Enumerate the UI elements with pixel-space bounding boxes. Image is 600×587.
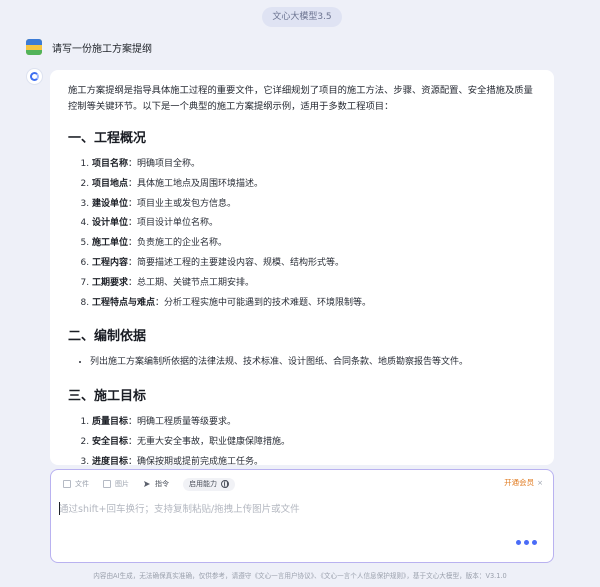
section-title-overview: 一、工程概况 [68,131,147,146]
close-icon[interactable]: × [537,479,543,487]
section-title-basis: 二、编制依据 [68,329,147,345]
user-avatar [26,39,42,55]
chat-composer: 文件 图片 指令 启用能力 开通会员 × [50,469,554,563]
user-message: 请写一份施工方案提纲 [26,38,152,56]
assistant-avatar-icon [26,68,43,85]
list-item: 项目地点：具体施工地点及周围环境描述。 [92,175,536,195]
goals-list: 质量目标：明确工程质量等级要求。 安全目标：无重大安全事故，职业健康保障措施。 … [68,413,536,465]
image-upload-button[interactable]: 图片 [103,479,129,489]
command-button[interactable]: 指令 [143,479,169,489]
assistant-answer: 施工方案提纲是指导具体施工过程的重要文件，它详细规划了项目的施工方法、步骤、资源… [50,70,554,465]
image-icon [103,480,111,488]
list-item: 建设单位：项目业主或发包方信息。 [92,195,536,215]
file-upload-button[interactable]: 文件 [63,479,89,489]
list-item: 项目名称：明确项目全称。 [92,155,536,175]
basis-list: 列出施工方案编制所依据的法律法规、技术标准、设计图纸、合同条款、地质勘察报告等文… [68,353,536,373]
command-icon [143,480,151,488]
overview-list: 项目名称：明确项目全称。 项目地点：具体施工地点及周围环境描述。 建设单位：项目… [68,155,536,313]
list-item: 质量目标：明确工程质量等级要求。 [92,413,536,433]
list-item: 工程特点与难点：分析工程实施中可能遇到的技术难题、环境限制等。 [92,294,536,314]
list-item: 安全目标：无重大安全事故，职业健康保障措施。 [92,433,536,453]
enable-ability-button[interactable]: 启用能力 [183,477,235,491]
list-item: 工程内容：简要描述工程的主要建设内容、规模、结构形式等。 [92,254,536,274]
list-item: 施工单位：负责施工的企业名称。 [92,234,536,254]
globe-icon [221,480,229,488]
list-item: 列出施工方案编制所依据的法律法规、技术标准、设计图纸、合同条款、地质勘察报告等文… [90,353,536,373]
list-item: 进度目标：确保按期或提前完成施工任务。 [92,453,536,465]
list-item: 工期要求：总工期、关键节点工期安排。 [92,274,536,294]
user-message-text: 请写一份施工方案提纲 [52,43,152,55]
text-caret [59,502,60,515]
footer-disclaimer: 内容由AI生成，无法确保真实准确，仅供参考，请遵守《文心一言用户协议》、《文心一… [93,572,507,580]
section-title-goals: 三、施工目标 [68,389,147,405]
composer-toolbar: 文件 图片 指令 启用能力 [63,477,235,491]
message-input[interactable] [59,500,529,518]
file-icon [63,480,71,488]
more-icon[interactable] [513,540,537,545]
model-version-pill[interactable]: 文心大模型3.5 [262,7,342,27]
list-item: 设计单位：项目设计单位名称。 [92,214,536,234]
answer-intro: 施工方案提纲是指导具体施工过程的重要文件，它详细规划了项目的施工方法、步骤、资源… [68,85,533,112]
vip-promo[interactable]: 开通会员 × [504,477,543,488]
